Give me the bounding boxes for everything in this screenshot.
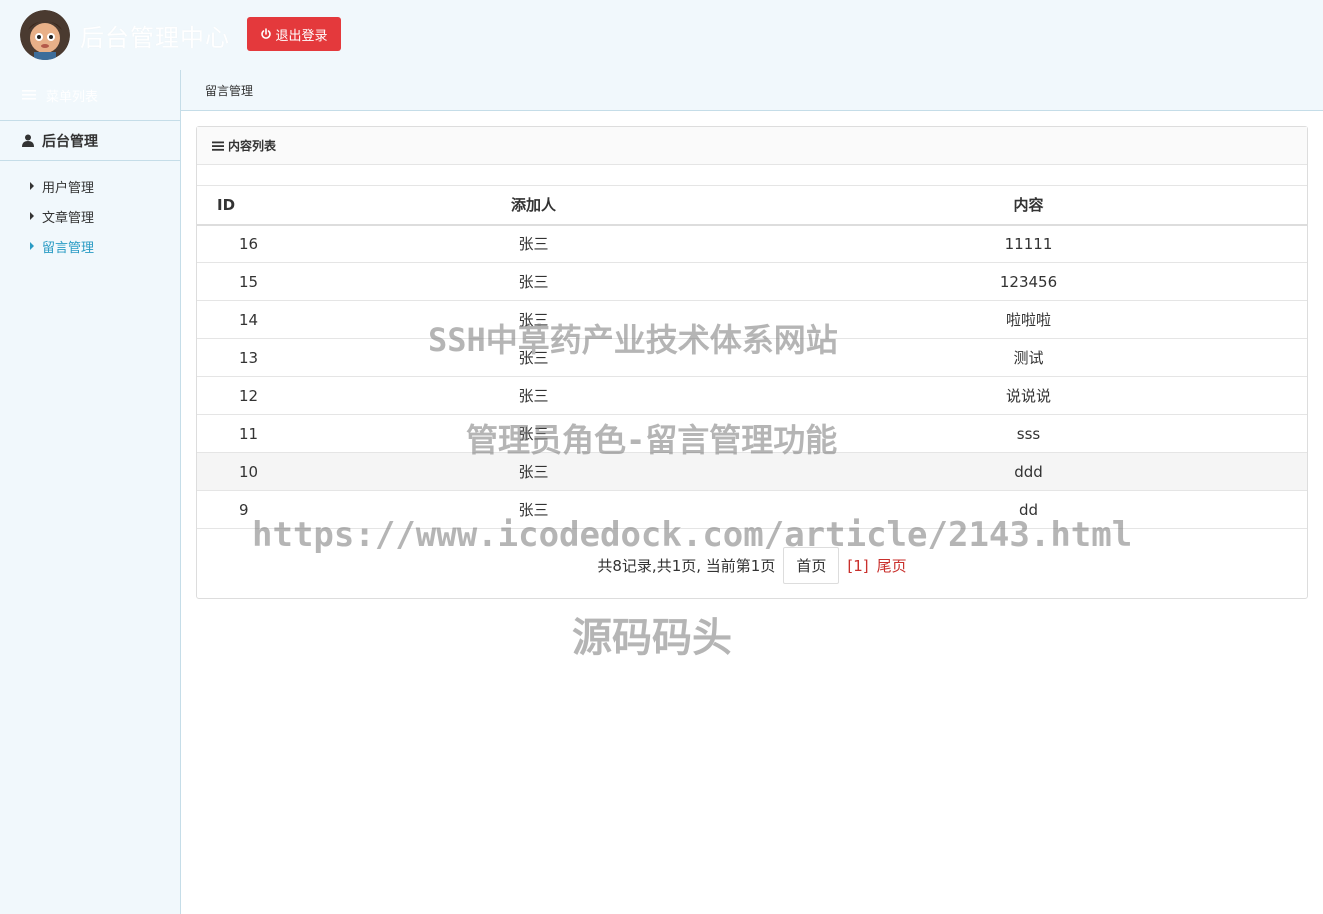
power-icon <box>261 28 272 39</box>
table-row[interactable]: 11 张三 sss <box>197 415 1307 453</box>
table-row[interactable]: 10 张三 ddd <box>197 452 1307 491</box>
breadcrumb: 留言管理 <box>205 84 254 98</box>
sidebar-item-articles[interactable]: 文章管理 <box>0 201 180 231</box>
cell-content: 123456 <box>999 272 1058 291</box>
sidebar-item-label: 用户管理 <box>42 180 95 196</box>
first-page-button[interactable]: 首页 <box>783 547 840 584</box>
column-header-content[interactable]: 内容 <box>750 186 1307 225</box>
menu-header: 菜单列表 <box>0 70 180 121</box>
panel-header: 内容列表 <box>197 127 1307 165</box>
sidebar-nav: 用户管理 文章管理 留言管理 <box>0 161 180 261</box>
sidebar-section-admin[interactable]: 后台管理 <box>0 121 180 161</box>
cell-content: 说说说 <box>1005 387 1051 405</box>
sidebar-item-users[interactable]: 用户管理 <box>0 171 180 201</box>
cell-content: ddd <box>1014 462 1043 481</box>
cell-author: 张三 <box>518 349 549 367</box>
logout-button[interactable]: 退出登录 <box>247 17 341 51</box>
cell-author: 张三 <box>518 463 549 481</box>
content-panel: 内容列表 ID 添加人 内容 16 张三 11111 15 张三 123456 … <box>196 126 1308 599</box>
caret-right-icon <box>30 182 34 190</box>
table-row[interactable]: 9 张三 dd <box>197 491 1307 529</box>
cell-id: 13 <box>239 348 259 367</box>
caret-right-icon <box>30 212 34 220</box>
pagination: 共8记录,共1页, 当前第1页 首页 [1] 尾页 <box>197 547 1307 584</box>
cell-author: 张三 <box>518 311 549 329</box>
pagination-summary: 共8记录,共1页, 当前第1页 <box>597 557 776 575</box>
cell-id: 16 <box>239 234 259 253</box>
cell-id: 11 <box>239 424 259 443</box>
message-table: ID 添加人 内容 16 张三 11111 15 张三 123456 14 张三… <box>197 185 1307 529</box>
cell-id: 14 <box>239 310 259 329</box>
sidebar-item-label: 文章管理 <box>42 210 95 226</box>
cell-content: 测试 <box>1013 349 1044 367</box>
table-row[interactable]: 12 张三 说说说 <box>197 377 1307 415</box>
sidebar-section-label: 后台管理 <box>42 133 98 150</box>
cell-id: 12 <box>239 386 259 405</box>
cell-id: 9 <box>239 500 249 519</box>
last-page-link[interactable]: 尾页 <box>877 555 907 576</box>
cell-author: 张三 <box>518 273 549 291</box>
breadcrumb-bar: 留言管理 <box>181 70 1323 111</box>
column-header-id[interactable]: ID <box>197 186 317 225</box>
avatar <box>20 10 70 60</box>
avatar-image <box>20 10 70 60</box>
cell-id: 15 <box>239 272 259 291</box>
cell-author: 张三 <box>518 501 549 519</box>
menu-header-label: 菜单列表 <box>46 89 99 105</box>
cell-author: 张三 <box>518 425 549 443</box>
column-header-author[interactable]: 添加人 <box>317 186 750 225</box>
sidebar-item-label: 留言管理 <box>42 240 95 256</box>
table-header-row: ID 添加人 内容 <box>197 185 1307 225</box>
cell-id: 10 <box>239 462 259 481</box>
cell-content: dd <box>1018 500 1039 519</box>
cell-author: 张三 <box>518 387 549 405</box>
caret-right-icon <box>30 242 34 250</box>
list-icon <box>22 90 36 100</box>
logout-label: 退出登录 <box>275 28 328 44</box>
app-title: 后台管理中心 <box>80 24 230 52</box>
cell-content: 啦啦啦 <box>1005 311 1051 329</box>
panel-title: 内容列表 <box>228 139 277 153</box>
cell-author: 张三 <box>518 235 549 254</box>
table-row[interactable]: 13 张三 测试 <box>197 339 1307 377</box>
current-page-link[interactable]: [1] <box>847 557 868 575</box>
watermark-text: 源码码头 <box>572 615 732 661</box>
table-row[interactable]: 15 张三 123456 <box>197 263 1307 301</box>
sidebar: 菜单列表 后台管理 用户管理 文章管理 留言管理 <box>0 70 181 914</box>
user-icon <box>22 134 34 147</box>
sidebar-item-messages[interactable]: 留言管理 <box>0 231 180 261</box>
top-header: 后台管理中心 退出登录 <box>0 0 1323 70</box>
cell-content: sss <box>1016 424 1041 443</box>
list-icon <box>212 141 224 151</box>
table-row[interactable]: 14 张三 啦啦啦 <box>197 301 1307 339</box>
cell-content: 11111 <box>1004 234 1053 253</box>
table-row[interactable]: 16 张三 11111 <box>197 225 1307 263</box>
